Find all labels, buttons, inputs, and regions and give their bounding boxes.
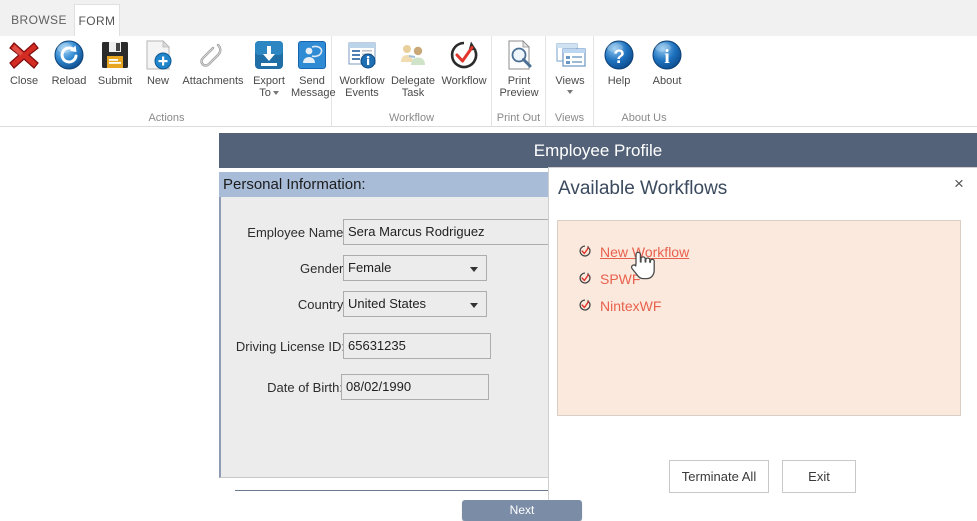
- form-divider: [235, 490, 551, 491]
- employee-name-input[interactable]: Sera Marcus Rodriguez: [343, 219, 583, 245]
- ribbon-button-export-to[interactable]: Export To: [248, 38, 290, 99]
- ribbon-button-print-preview[interactable]: Print Preview: [494, 38, 544, 99]
- ribbon-group-label: Print Out: [496, 112, 541, 124]
- page-title: Employee Profile: [219, 133, 977, 168]
- ribbon-button-close[interactable]: Close: [2, 38, 46, 87]
- workflow-list: New Workflow SPWF NintexWF: [557, 220, 961, 416]
- help-question-icon: ?: [602, 38, 636, 72]
- ribbon: BROWSE FORM Close Reload Submit New Atta…: [0, 0, 977, 127]
- workflow-item-label: NintexWF: [600, 298, 662, 314]
- field-row-gender: Gender: Female: [221, 255, 551, 283]
- ribbon-button-label: Delegate Task: [390, 75, 436, 99]
- ribbon-button-new[interactable]: New: [138, 38, 178, 87]
- terminate-all-button[interactable]: Terminate All: [669, 460, 769, 493]
- tab-browse[interactable]: BROWSE: [8, 4, 70, 36]
- ribbon-group-about-us: ? Help i About About Us: [594, 36, 694, 126]
- ribbon-button-label: Export To: [248, 75, 290, 99]
- ribbon-button-attachments[interactable]: Attachments: [178, 38, 248, 87]
- ribbon-button-label: Attachments: [182, 75, 244, 87]
- ribbon-group-label: Actions: [148, 112, 185, 124]
- country-select[interactable]: United States: [343, 291, 487, 317]
- ribbon-button-submit[interactable]: Submit: [92, 38, 138, 87]
- ribbon-group-print-out: Print Preview Print Out: [492, 36, 546, 126]
- about-info-icon: i: [650, 38, 684, 72]
- close-icon[interactable]: ×: [949, 174, 969, 194]
- field-label-employee-name: Employee Name:: [247, 225, 347, 240]
- workflow-check-icon: [578, 271, 592, 285]
- ribbon-group-label: Workflow: [388, 112, 435, 124]
- ribbon-button-workflow-events[interactable]: Workflow Events: [336, 38, 388, 99]
- ribbon-group-workflow: Workflow Events Delegate Task Workflow W…: [332, 36, 492, 126]
- workflow-item-label: New Workflow: [600, 244, 690, 260]
- ribbon-group-actions: Close Reload Submit New Attachments Expo…: [2, 36, 336, 126]
- date-of-birth-input[interactable]: 08/02/1990: [341, 374, 489, 400]
- ribbon-button-send-message[interactable]: Send Message: [290, 38, 336, 99]
- ribbon-group-label: About Us: [621, 112, 667, 124]
- country-select-value: United States: [348, 296, 427, 311]
- ribbon-body: Close Reload Submit New Attachments Expo…: [0, 36, 977, 127]
- available-workflows-dialog: Available Workflows × New Workflow SPWF …: [548, 167, 977, 500]
- send-message-icon: [295, 38, 329, 72]
- field-row-driving-license-id: Driving License ID: 65631235: [221, 333, 551, 361]
- ribbon-button-reload[interactable]: Reload: [46, 38, 92, 87]
- workflow-check-icon: [447, 38, 481, 72]
- floppy-disk-save-icon: [98, 38, 132, 72]
- ribbon-button-label: New: [146, 75, 169, 87]
- next-button[interactable]: Next: [462, 500, 582, 521]
- exit-button[interactable]: Exit: [782, 460, 856, 493]
- ribbon-button-label: Reload: [51, 75, 87, 87]
- export-download-icon: [252, 38, 286, 72]
- ribbon-group-label: Views: [554, 112, 585, 124]
- field-row-date-of-birth: Date of Birth: 08/02/1990: [221, 374, 551, 402]
- gender-select[interactable]: Female: [343, 255, 487, 281]
- ribbon-button-label: Help: [607, 75, 631, 87]
- ribbon-button-label: Workflow: [441, 75, 487, 87]
- ribbon-button-label: Submit: [97, 75, 133, 87]
- ribbon-button-views[interactable]: Views: [548, 38, 592, 94]
- ribbon-button-label: About: [652, 75, 682, 87]
- driving-license-id-input[interactable]: 65631235: [343, 333, 491, 359]
- workflow-events-icon: [345, 38, 379, 72]
- paperclip-icon: [196, 38, 230, 72]
- ribbon-button-label: Send Message: [291, 75, 336, 99]
- delegate-task-icon: [396, 38, 430, 72]
- chevron-down-icon[interactable]: [272, 91, 279, 96]
- gender-select-value: Female: [348, 260, 392, 275]
- workflow-check-icon: [578, 298, 592, 312]
- reload-circular-arrow-icon: [52, 38, 86, 72]
- ribbon-tab-strip: BROWSE FORM: [0, 0, 977, 37]
- views-window-icon: [553, 38, 587, 72]
- ribbon-button-label: Views: [555, 75, 585, 87]
- new-document-plus-icon: [141, 38, 175, 72]
- ribbon-button-label: Print Preview: [499, 75, 539, 99]
- ribbon-group-views: Views Views: [546, 36, 594, 126]
- print-preview-icon: [502, 38, 536, 72]
- chevron-down-icon[interactable]: [567, 90, 573, 94]
- chevron-down-icon[interactable]: [470, 303, 478, 308]
- field-row-employee-name: Employee Name: Sera Marcus Rodriguez: [221, 219, 583, 247]
- ribbon-button-label: Workflow Events: [339, 75, 385, 99]
- tab-form[interactable]: FORM: [74, 4, 120, 37]
- export-to-text: Export To: [253, 75, 285, 99]
- dialog-title: Available Workflows: [558, 178, 728, 199]
- field-row-country: Country: United States: [221, 291, 551, 319]
- field-label-date-of-birth: Date of Birth:: [267, 380, 343, 395]
- ribbon-button-delegate-task[interactable]: Delegate Task: [388, 38, 438, 99]
- field-label-gender: Gender:: [300, 261, 347, 276]
- close-x-icon: [7, 38, 41, 72]
- form-body: Employee Name: Sera Marcus Rodriguez Gen…: [219, 197, 583, 521]
- ribbon-button-about[interactable]: i About: [642, 38, 692, 87]
- field-label-country: Country:: [297, 297, 347, 312]
- chevron-down-icon[interactable]: [470, 267, 478, 272]
- workflow-check-icon: [578, 244, 592, 258]
- workflow-item-label: SPWF: [600, 271, 641, 287]
- ribbon-button-help[interactable]: ? Help: [596, 38, 642, 87]
- field-label-driving-license-id: Driving License ID:: [235, 339, 345, 354]
- ribbon-button-label: Close: [9, 75, 39, 87]
- ribbon-button-workflow[interactable]: Workflow: [438, 38, 490, 87]
